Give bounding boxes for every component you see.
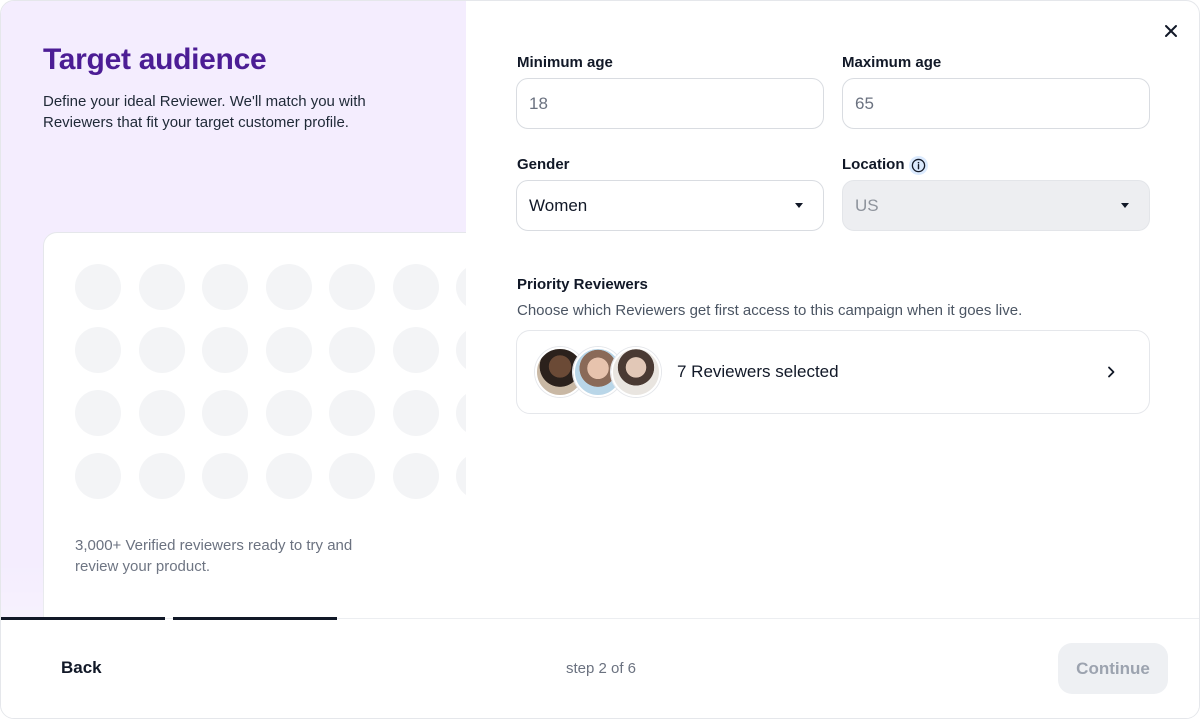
- reviewer-placeholder: [392, 390, 439, 436]
- min-age-input[interactable]: [516, 78, 824, 129]
- progress-segment: [1, 617, 165, 620]
- reviewer-placeholder: [75, 453, 121, 499]
- reviewer-placeholder: [138, 264, 185, 310]
- continue-button[interactable]: Continue: [1058, 643, 1168, 694]
- reviewer-placeholder: [75, 264, 121, 310]
- page-subtitle: Define your ideal Reviewer. We'll match …: [43, 93, 366, 131]
- info-glyph: [911, 158, 926, 173]
- reviewer-placeholder: [456, 327, 466, 373]
- reviewer-placeholder: [202, 390, 248, 436]
- reviewer-placeholder: [75, 390, 121, 436]
- avatar: [611, 347, 661, 397]
- priority-reviewers-title: Priority Reviewers: [517, 276, 648, 293]
- location-select: US: [842, 180, 1150, 231]
- reviewer-placeholder: [202, 453, 248, 499]
- gender-select[interactable]: Women: [516, 180, 824, 231]
- reviewer-placeholder: [202, 327, 248, 373]
- target-audience-modal: Target audience Define your ideal Review…: [0, 0, 1200, 719]
- step-indicator: step 2 of 6: [565, 660, 637, 677]
- reviewer-placeholder: [265, 327, 312, 373]
- reviewer-placeholder: [329, 453, 375, 499]
- close-icon: [1165, 25, 1177, 37]
- min-age-label: Minimum age: [517, 54, 613, 71]
- max-age-label: Maximum age: [842, 54, 942, 71]
- close-button[interactable]: [1159, 19, 1183, 43]
- reviewer-placeholder: [265, 453, 312, 499]
- progress-segment: [173, 617, 337, 620]
- reviewer-placeholder: [456, 453, 466, 499]
- reviewer-placeholder: [138, 327, 185, 373]
- step-progress: [1, 617, 501, 620]
- chevron-down-icon: [795, 203, 803, 208]
- reviewers-card-text: 3,000+ Verified reviewers ready to try a…: [75, 537, 353, 575]
- gender-label: Gender: [517, 156, 570, 173]
- reviewer-placeholder: [329, 327, 375, 373]
- reviewer-placeholder: [138, 390, 185, 436]
- info-icon[interactable]: [909, 156, 928, 175]
- max-age-input[interactable]: [842, 78, 1150, 129]
- reviewer-placeholder: [329, 264, 375, 310]
- location-value: US: [855, 195, 879, 215]
- priority-reviewers-description: Choose which Reviewers get first access …: [517, 302, 1023, 319]
- chevron-down-icon: [1121, 203, 1129, 208]
- reviewer-placeholder: [392, 327, 439, 373]
- reviewer-placeholder: [329, 390, 375, 436]
- chevron-right-icon: [1108, 366, 1115, 378]
- reviewer-placeholder: [456, 390, 466, 436]
- location-label: Location: [842, 156, 905, 173]
- reviewer-placeholder: [265, 264, 312, 310]
- left-pane: Target audience Define your ideal Review…: [1, 1, 466, 618]
- reviewer-placeholder: [265, 390, 312, 436]
- reviewer-placeholder: [392, 453, 439, 499]
- priority-reviewers-selector[interactable]: 7 Reviewers selected: [516, 330, 1150, 414]
- page-title: Target audience: [43, 43, 267, 76]
- reviewers-selected-label: 7 Reviewers selected: [677, 362, 839, 381]
- reviewer-placeholder-grid: [75, 264, 466, 499]
- reviewer-placeholder: [456, 264, 466, 310]
- reviewer-placeholder: [75, 327, 121, 373]
- reviewers-card: 3,000+ Verified reviewers ready to try a…: [43, 232, 466, 618]
- reviewer-avatars: [535, 347, 661, 397]
- reviewer-placeholder: [392, 264, 439, 310]
- reviewer-placeholder: [138, 453, 185, 499]
- reviewer-placeholder: [202, 264, 248, 310]
- gender-value: Women: [529, 195, 588, 215]
